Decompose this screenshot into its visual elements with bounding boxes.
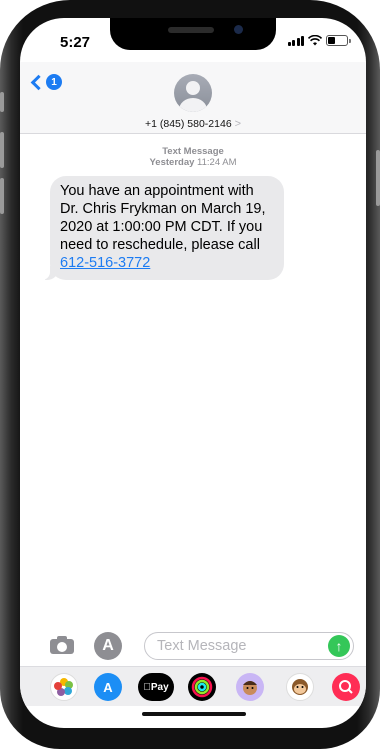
contact-avatar[interactable] (174, 74, 212, 112)
phone-frame: 5:27 1 +1 (845) 580-2146 > Text Message … (0, 0, 380, 749)
volume-down-button (0, 178, 4, 214)
back-button[interactable]: 1 (30, 74, 62, 90)
message-day: Yesterday (149, 157, 195, 168)
web-search-app-icon[interactable] (332, 673, 360, 701)
contact-phone-number: +1 (845) 580-2146 (144, 118, 232, 130)
message-timestamp: Text Message Yesterday 11:24 AM (20, 146, 366, 168)
wifi-icon (308, 35, 322, 46)
phone-number-link[interactable]: 612-516-3772 (60, 255, 150, 271)
status-time: 5:27 (60, 34, 91, 51)
apple-pay-label: Pay (147, 681, 169, 693)
earpiece-speaker (168, 27, 214, 33)
activity-app-icon[interactable] (188, 673, 216, 701)
person-icon (186, 81, 200, 95)
message-input[interactable]: Text Message ↑ (144, 632, 354, 660)
status-icons (287, 35, 351, 46)
conversation-header: 1 +1 (845) 580-2146 > (20, 62, 366, 134)
message-input-placeholder: Text Message (157, 638, 247, 654)
chevron-right-icon: > (234, 118, 242, 130)
apple-pay-icon[interactable]: Pay (138, 673, 174, 701)
phone-screen: 5:27 1 +1 (845) 580-2146 > Text Message … (20, 18, 366, 728)
cellular-signal-icon (287, 35, 304, 46)
volume-up-button (0, 132, 4, 168)
message-composer: A Text Message ↑ (20, 630, 366, 666)
camera-button[interactable] (50, 636, 74, 654)
animoji-icon[interactable] (286, 673, 314, 701)
home-indicator[interactable] (142, 712, 246, 716)
power-button (376, 150, 380, 206)
battery-icon (326, 35, 351, 46)
contact-name-button[interactable]: +1 (845) 580-2146 > (20, 118, 366, 130)
message-time: 11:24 AM (197, 157, 237, 168)
arrow-up-icon: ↑ (335, 638, 343, 654)
imessage-app-drawer: A Pay (20, 666, 366, 706)
message-text: You have an appointment with Dr. Chris F… (60, 183, 266, 253)
memoji-icon[interactable] (236, 673, 264, 701)
camera-icon (57, 642, 67, 652)
unread-count-badge: 1 (46, 74, 62, 90)
app-store-app-icon[interactable]: A (94, 673, 122, 701)
front-camera (234, 25, 243, 34)
notch (110, 18, 276, 50)
received-message-bubble[interactable]: You have an appointment with Dr. Chris F… (41, 176, 284, 280)
message-type-label: Text Message (162, 146, 224, 157)
photos-app-icon[interactable] (50, 673, 78, 701)
app-store-icon: A (102, 637, 114, 654)
app-store-button[interactable]: A (94, 632, 122, 660)
chevron-left-icon (30, 74, 47, 90)
silent-switch (0, 92, 4, 112)
send-button[interactable]: ↑ (328, 635, 350, 657)
